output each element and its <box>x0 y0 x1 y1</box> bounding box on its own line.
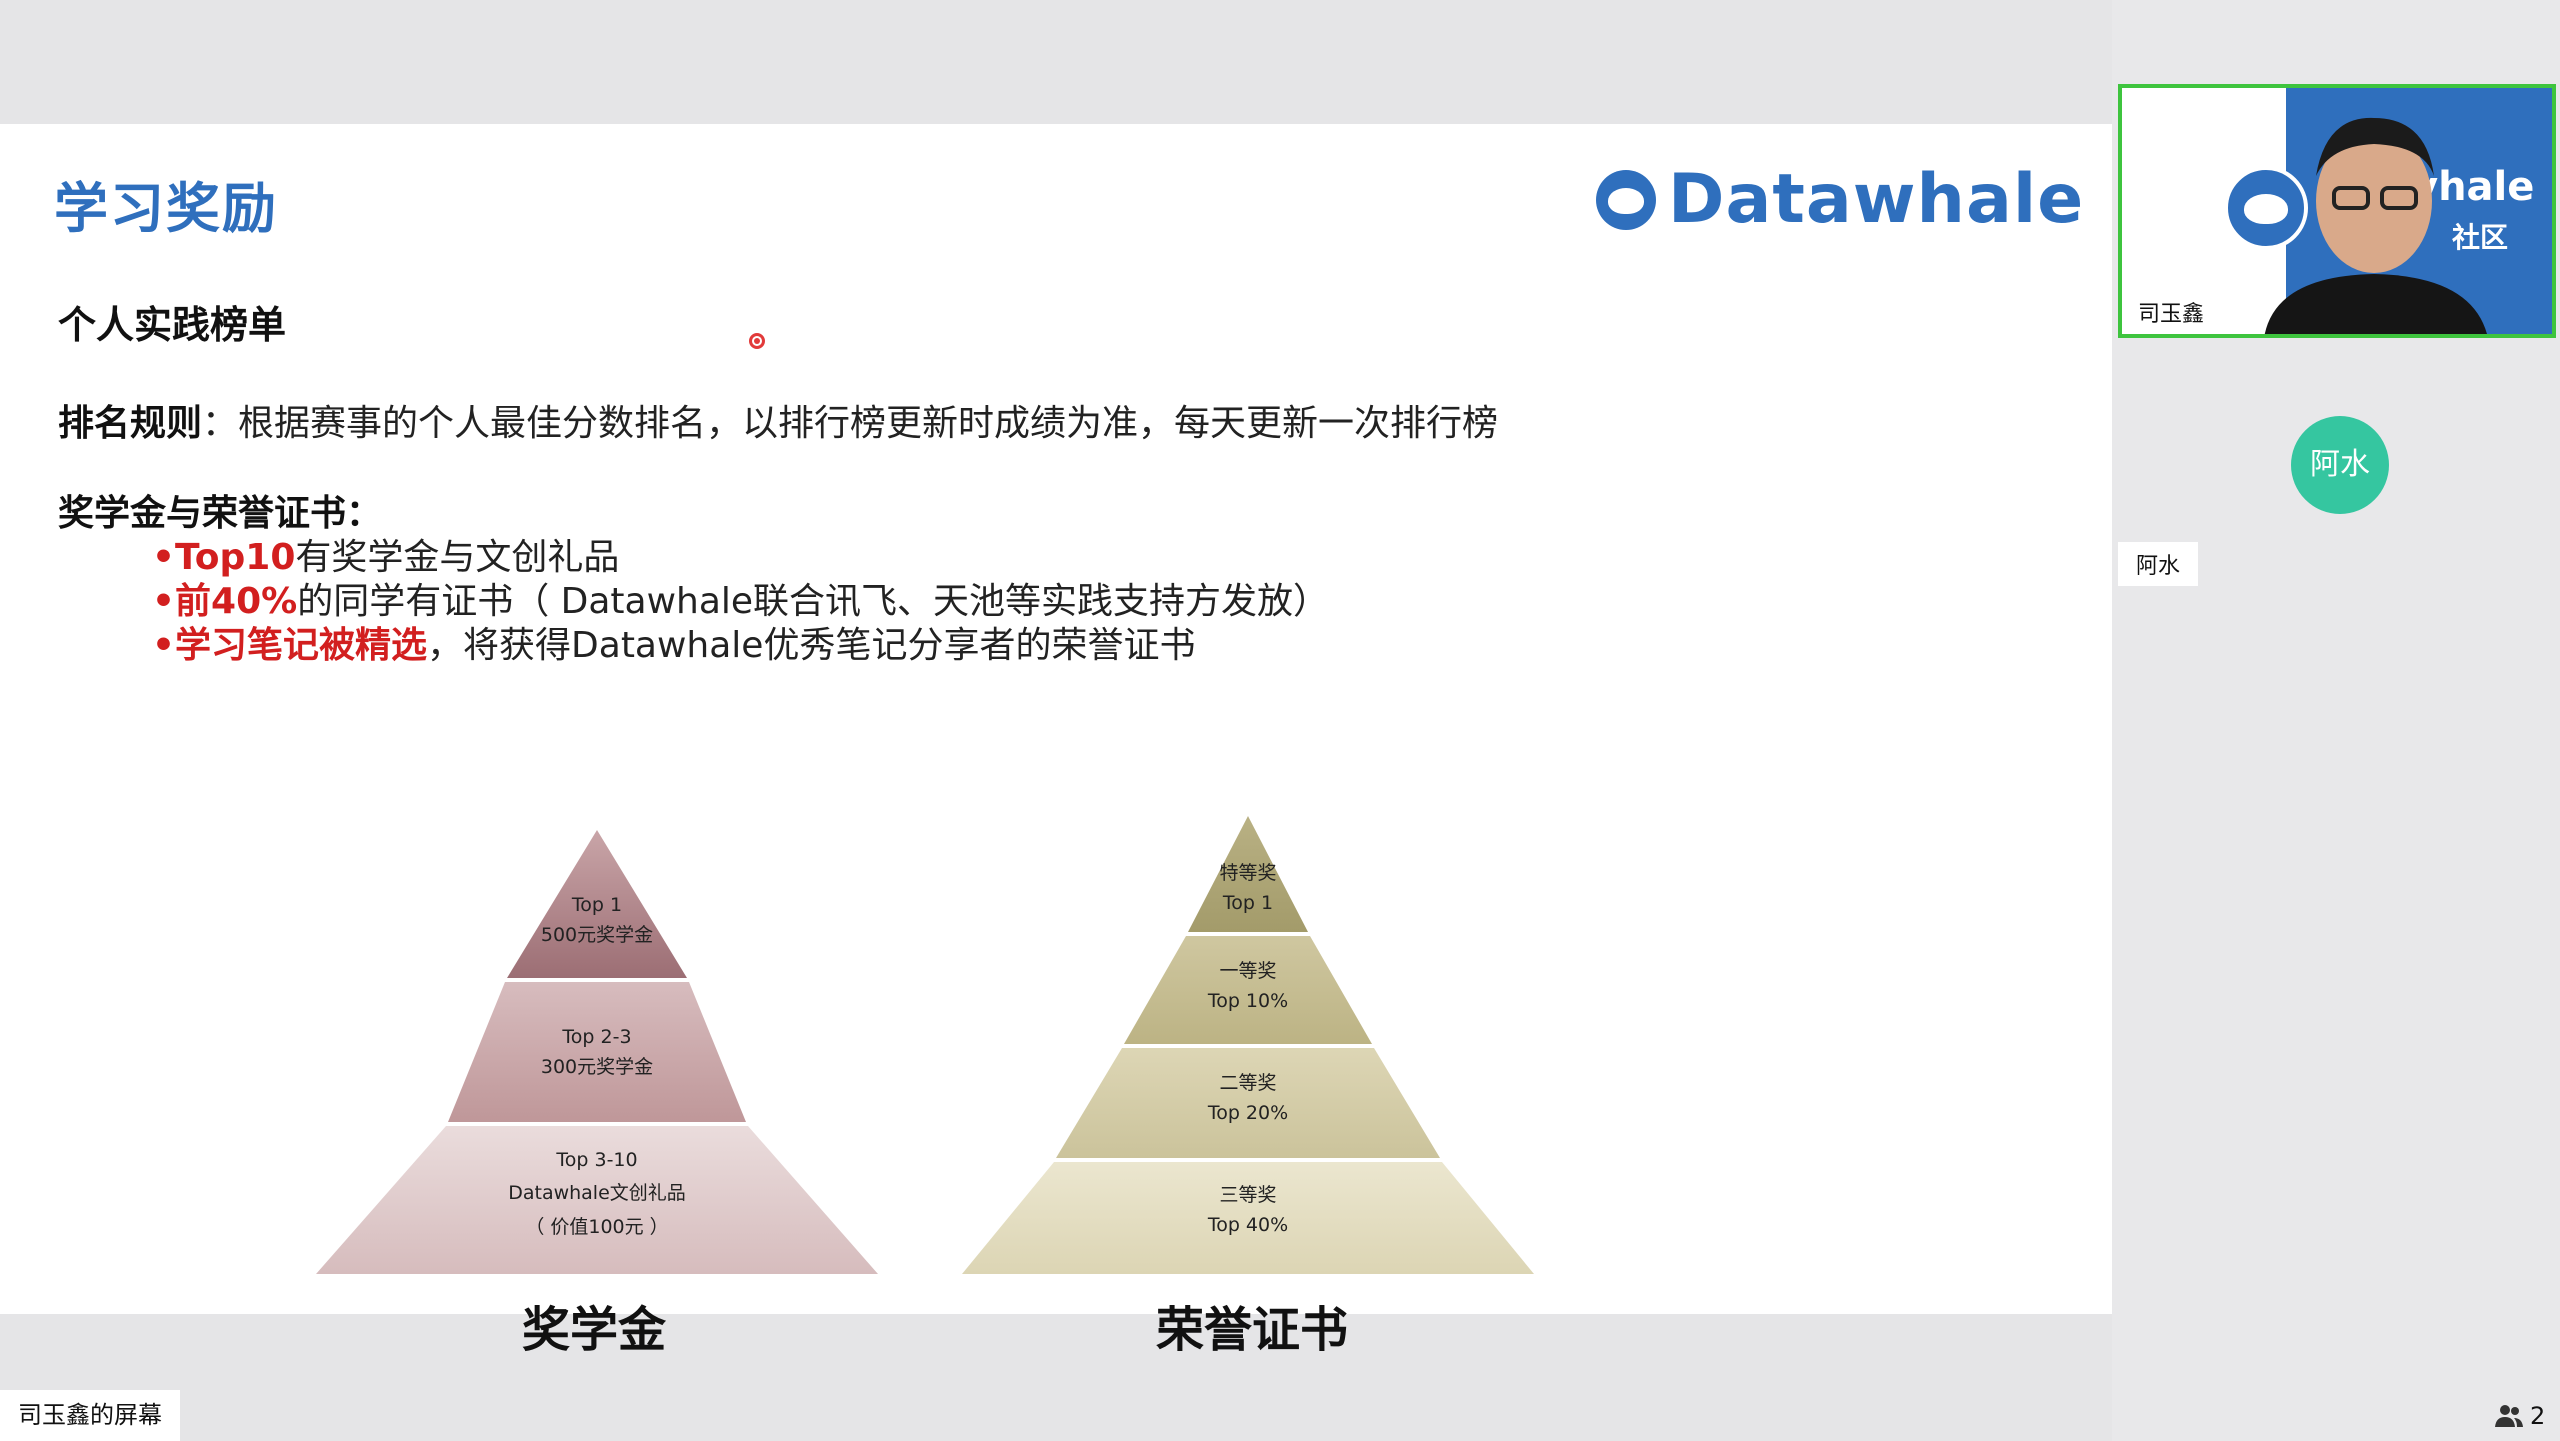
participant-count-button[interactable]: 2 <box>2494 1402 2545 1430</box>
presentation-slide: 学习奖励 Datawhale 个人实践榜单 排名规则：根据赛事的个人最佳分数排名… <box>0 124 2112 1358</box>
participant-tile[interactable]: 阿水 阿水 <box>2118 344 2556 592</box>
slide-subtitle: 个人实践榜单 <box>58 303 287 347</box>
ranking-rule: 排名规则：根据赛事的个人最佳分数排名，以排行榜更新时成绩为准，每天更新一次排行榜 <box>58 394 1498 446</box>
participant-name: 司玉鑫 <box>2132 294 2211 330</box>
bullet-item: •学习笔记被精选，将获得Datawhale优秀笔记分享者的荣誉证书 <box>152 625 1196 666</box>
datawhale-logo: Datawhale <box>1596 160 2084 239</box>
video-tile-active-speaker[interactable]: vhale 社区 司玉鑫 <box>2118 84 2556 338</box>
tier-label: 特等奖 Top 1 <box>1219 862 1277 915</box>
scholarship-caption: 奖学金 <box>522 1302 667 1358</box>
tier-label: 一等奖 Top 10% <box>1207 960 1289 1013</box>
ranking-rule-text: ：根据赛事的个人最佳分数排名，以排行榜更新时成绩为准，每天更新一次排行榜 <box>202 403 1499 444</box>
laser-pointer-icon <box>749 333 765 349</box>
certificate-pyramid: 特等奖 Top 1 一等奖 Top 10% 二等奖 Top 20% 三等奖 To… <box>962 816 1534 1274</box>
slide-title: 学习奖励 <box>54 177 278 240</box>
participant-name: 阿水 <box>2118 542 2199 586</box>
tier-label: 二等奖 Top 20% <box>1207 1072 1289 1125</box>
participant-count: 2 <box>2530 1402 2546 1430</box>
people-icon <box>2495 1405 2523 1427</box>
logo-text: Datawhale <box>1668 160 2085 239</box>
participants-panel: vhale 社区 司玉鑫 阿水 阿水 <box>2112 0 2560 1441</box>
ranking-rule-label: 排名规则 <box>58 403 203 444</box>
scholarship-pyramid: Top 1 500元奖学金 Top 2-3 300元奖学金 Top 3-10 D… <box>316 830 878 1274</box>
screen-owner-label: 司玉鑫的屏幕 <box>0 1390 180 1441</box>
shared-screen-area: 学习奖励 Datawhale 个人实践榜单 排名规则：根据赛事的个人最佳分数排名… <box>0 0 2112 1441</box>
tier-label: Top 2-3 300元奖学金 <box>540 1026 654 1079</box>
whale-logo-icon <box>1596 169 1656 230</box>
tier-label: Top 1 500元奖学金 <box>540 894 654 947</box>
tier-label: 三等奖 Top 40% <box>1207 1184 1289 1237</box>
tier-label: Top 3-10 Datawhale文创礼品 （ 价值100元 ） <box>508 1149 686 1238</box>
participant-video-person <box>2264 117 2487 334</box>
certificate-caption: 荣誉证书 <box>1156 1302 1349 1358</box>
avatar: 阿水 <box>2291 416 2389 514</box>
